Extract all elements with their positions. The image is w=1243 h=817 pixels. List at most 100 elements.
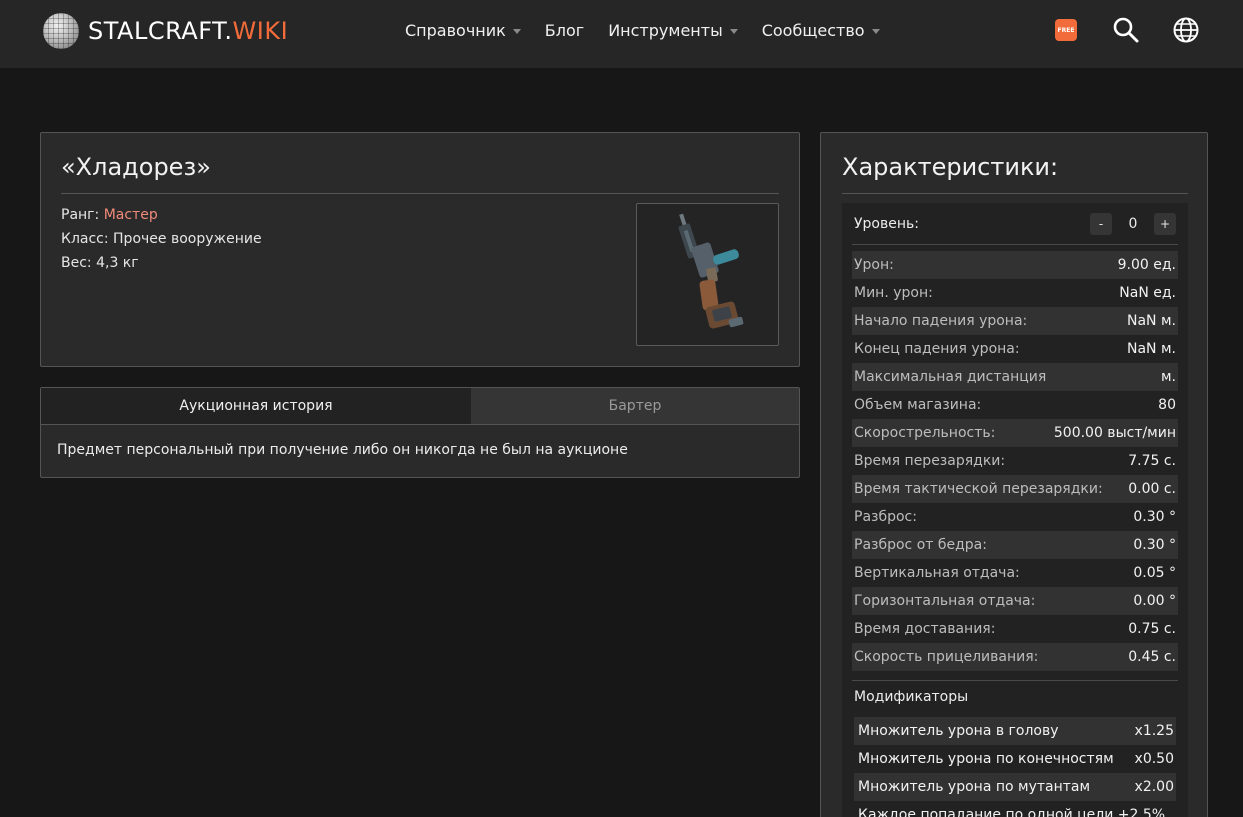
item-info-card: «Хладорез» Ранг: Мастер Класс: Прочее во… <box>40 132 800 367</box>
stat-value: 0.75 с. <box>1128 621 1176 637</box>
weapon-icon <box>678 213 744 329</box>
top-header: STALCRAFT.WIKI Справочник Блог Инструмен… <box>0 0 1243 68</box>
stat-row: Разброс: 0.30 ° <box>852 503 1178 531</box>
stat-name: Скорострельность: <box>854 425 996 441</box>
stat-name: Максимальная дистанция <box>854 369 1047 385</box>
stat-name: Горизонтальная отдача: <box>854 593 1036 609</box>
stat-value: NaN м. <box>1127 341 1176 357</box>
chevron-down-icon <box>729 28 738 34</box>
level-label: Уровень: <box>854 216 919 232</box>
stat-list: Урон: 9.00 ед. Мин. урон: NaN ед. Начало п… <box>852 251 1178 671</box>
modifier-value: x2.00 <box>1134 779 1174 795</box>
stat-row: Объем магазина: 80 <box>852 391 1178 419</box>
modifiers-title: Модификаторы <box>854 689 969 705</box>
stat-name: Время тактической перезарядки: <box>854 481 1103 497</box>
free-badge-icon[interactable]: FREE <box>1055 19 1077 41</box>
modifier-name: Множитель урона в голову <box>858 723 1059 739</box>
characteristics-title: Характеристики: <box>842 153 1059 181</box>
divider <box>852 680 1178 681</box>
stat-value: 0.30 ° <box>1133 537 1176 553</box>
stat-value: м. <box>1160 369 1176 385</box>
logo-text: STALCRAFT.WIKI <box>88 17 289 45</box>
site-logo[interactable]: STALCRAFT.WIKI <box>43 13 288 49</box>
stat-row: Горизонтальная отдача: 0.00 ° <box>852 587 1178 615</box>
item-rank: Ранг: Мастер <box>61 207 158 223</box>
modifier-name: Множитель урона по мутантам <box>858 779 1091 795</box>
stat-value: 0.45 с. <box>1128 649 1176 665</box>
stat-value: 80 <box>1158 397 1176 413</box>
item-class: Класс: Прочее вооружение <box>61 231 262 247</box>
stat-row: Конец падения урона: NaN м. <box>852 335 1178 363</box>
stat-row: Время перезарядки: 7.75 с. <box>852 447 1178 475</box>
stat-row: Скорострельность: 500.00 выст/мин <box>852 419 1178 447</box>
item-image <box>636 203 779 346</box>
stat-value: 0.00 ° <box>1133 593 1176 609</box>
stat-value: 0.30 ° <box>1133 509 1176 525</box>
stat-row: Вертикальная отдача: 0.05 ° <box>852 559 1178 587</box>
level-increment-button[interactable]: + <box>1154 213 1176 235</box>
language-globe-icon[interactable] <box>1172 16 1200 44</box>
stat-row: Скорость прицеливания: 0.45 с. <box>852 643 1178 671</box>
logo-globe-icon <box>43 13 79 49</box>
stat-name: Конец падения урона: <box>854 341 1020 357</box>
modifier-list: Множитель урона в голову x1.25 Множитель … <box>854 717 1176 817</box>
rank-value: Мастер <box>103 207 158 223</box>
stat-value: 7.75 с. <box>1128 453 1176 469</box>
nav-item-community[interactable]: Сообщество <box>762 21 880 40</box>
characteristics-panel: Уровень: - 0 + Урон: 9.00 ед. Мин. урон: N… <box>842 203 1188 817</box>
stat-row: Урон: 9.00 ед. <box>852 251 1178 279</box>
stat-value: NaN ед. <box>1119 285 1176 301</box>
stat-name: Урон: <box>854 257 894 273</box>
level-value: 0 <box>1128 216 1138 232</box>
tab-content-text: Предмет персональный при получение либо … <box>57 442 628 458</box>
stat-value: 0.05 ° <box>1133 565 1176 581</box>
divider <box>61 193 779 194</box>
stat-name: Мин. урон: <box>854 285 933 301</box>
modifier-row: Множитель урона в голову x1.25 <box>854 717 1176 745</box>
stat-value: 500.00 выст/мин <box>1053 425 1176 441</box>
stat-row: Мин. урон: NaN ед. <box>852 279 1178 307</box>
chevron-down-icon <box>871 28 880 34</box>
nav-item-blog[interactable]: Блог <box>545 21 584 40</box>
stat-name: Объем магазина: <box>854 397 982 413</box>
item-weight: Вес: 4,3 кг <box>61 255 139 271</box>
modifier-value: x1.25 <box>1134 723 1174 739</box>
divider <box>842 193 1188 194</box>
stat-name: Разброс: <box>854 509 917 525</box>
stat-name: Время перезарядки: <box>854 453 1006 469</box>
tab-bar: Аукционная история Бартер <box>41 388 799 425</box>
history-tabs-card: Аукционная история Бартер Предмет персон… <box>40 387 800 478</box>
stat-row: Максимальная дистанция м. <box>852 363 1178 391</box>
divider <box>852 244 1178 245</box>
chevron-down-icon <box>512 28 521 34</box>
stat-row: Начало падения урона: NaN м. <box>852 307 1178 335</box>
stat-value: 9.00 ед. <box>1117 257 1176 273</box>
nav-item-reference[interactable]: Справочник <box>405 21 521 40</box>
tab-barter[interactable]: Бартер <box>471 388 799 424</box>
level-selector: Уровень: - 0 + <box>854 213 1176 235</box>
modifier-row: Множитель урона по конечностям x0.50 <box>854 745 1176 773</box>
characteristics-card: Характеристики: Уровень: - 0 + Урон: 9.00… <box>820 132 1208 817</box>
stat-row: Время тактической перезарядки: 0.00 с. <box>852 475 1178 503</box>
stat-value: 0.00 с. <box>1128 481 1176 497</box>
item-properties: Ранг: Мастер Класс: Прочее вооружение Ве… <box>61 203 262 275</box>
stat-name: Время доставания: <box>854 621 996 637</box>
modifier-name: Каждое попадание по одной цели +2.5% <box>858 807 1166 817</box>
stat-value: NaN м. <box>1127 313 1176 329</box>
stat-row: Время доставания: 0.75 с. <box>852 615 1178 643</box>
level-decrement-button[interactable]: - <box>1090 213 1112 235</box>
modifier-row: Каждое попадание по одной цели +2.5% <box>854 801 1176 817</box>
nav-item-tools[interactable]: Инструменты <box>608 21 738 40</box>
stat-name: Разброс от бедра: <box>854 537 987 553</box>
stat-name: Вертикальная отдача: <box>854 565 1020 581</box>
stat-name: Начало падения урона: <box>854 313 1028 329</box>
main-nav: Справочник Блог Инструменты Сообщество <box>405 0 904 60</box>
tab-auction-history[interactable]: Аукционная история <box>41 388 471 424</box>
stat-name: Скорость прицеливания: <box>854 649 1039 665</box>
modifier-row: Множитель урона по мутантам x2.00 <box>854 773 1176 801</box>
search-icon[interactable] <box>1112 16 1140 44</box>
modifier-value: x0.50 <box>1134 751 1174 767</box>
item-title: «Хладорез» <box>61 153 211 181</box>
stat-row: Разброс от бедра: 0.30 ° <box>852 531 1178 559</box>
modifier-name: Множитель урона по конечностям <box>858 751 1114 767</box>
